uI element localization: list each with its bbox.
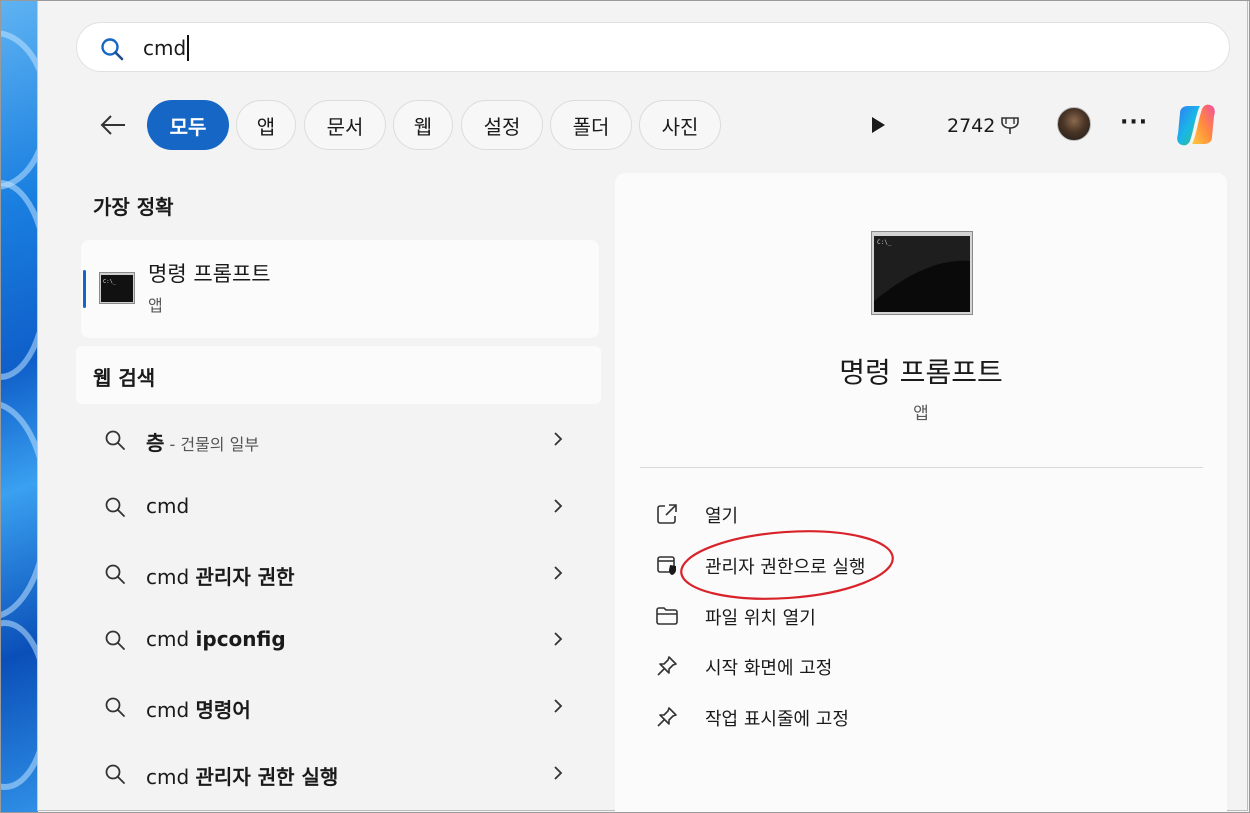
web-result-row[interactable]: 층 - 건물의 일부: [98, 420, 578, 460]
chevron-right-icon: [554, 566, 563, 580]
user-avatar[interactable]: [1057, 107, 1091, 141]
search-icon: [101, 38, 124, 61]
chevron-right-icon: [554, 632, 563, 646]
folder-icon: [656, 607, 678, 625]
play-icon[interactable]: [868, 114, 888, 136]
chevron-right-icon: [554, 432, 563, 446]
tab-folders[interactable]: 폴더: [550, 100, 632, 150]
query-bold: 관리자 권한: [195, 565, 295, 589]
query-bold: ipconfig: [195, 627, 286, 651]
query-bold: 관리자 권한 실행: [195, 765, 339, 789]
detail-app-type: 앱: [913, 404, 929, 424]
web-result-row[interactable]: cmd 관리자 권한 실행: [98, 754, 578, 794]
detail-app-name: 명령 프롬프트: [839, 356, 1003, 389]
tab-settings[interactable]: 설정: [461, 100, 543, 150]
best-match-item[interactable]: C:\_ 명령 프롬프트 앱: [81, 240, 599, 338]
command-prompt-large-icon: C:\_: [871, 231, 973, 315]
tab-web[interactable]: 웹: [393, 100, 453, 150]
query-plain: cmd: [146, 698, 196, 722]
action-label: 파일 위치 열기: [705, 608, 816, 629]
svg-text:C:\_: C:\_: [103, 279, 117, 285]
query-bold: 층: [146, 431, 165, 455]
svg-text:C:\_: C:\_: [877, 239, 892, 246]
highlight-annotation-ellipse: [680, 530, 894, 600]
open-external-icon: [657, 504, 677, 524]
web-search-heading: 웹 검색: [93, 366, 156, 390]
search-input[interactable]: cmd: [76, 22, 1230, 72]
query-plain: cmd: [146, 765, 196, 789]
search-icon: [105, 764, 125, 784]
search-icon: [105, 564, 125, 584]
query-plain: cmd: [146, 494, 190, 518]
tab-all[interactable]: 모두: [147, 100, 229, 150]
tab-apps[interactable]: 앱: [236, 100, 296, 150]
query-plain: cmd: [146, 627, 196, 651]
action-pin-to-taskbar[interactable]: 작업 표시줄에 고정: [655, 700, 1055, 734]
query-bold: 명령어: [195, 698, 251, 722]
query-subtitle: - 건물의 일부: [164, 435, 260, 454]
chevron-right-icon: [554, 766, 563, 780]
divider: [640, 467, 1203, 468]
admin-shield-icon: [657, 556, 676, 575]
search-icon: [105, 497, 125, 517]
web-result-row[interactable]: cmd: [98, 487, 578, 527]
action-label: 시작 화면에 고정: [705, 658, 833, 679]
chevron-right-icon: [554, 699, 563, 713]
rewards-points[interactable]: 2742: [947, 115, 1021, 137]
tab-documents[interactable]: 문서: [304, 100, 386, 150]
search-icon: [105, 630, 125, 650]
best-match-heading: 가장 정확: [93, 195, 174, 219]
search-icon: [105, 430, 125, 450]
action-open-file-location[interactable]: 파일 위치 열기: [655, 599, 1055, 633]
web-result-row[interactable]: cmd 관리자 권한: [98, 554, 578, 594]
search-icon: [105, 697, 125, 717]
pin-icon: [657, 656, 677, 676]
detail-panel: C:\_ 명령 프롬프트 앱 열기 관리자 권한으로 실행 파일 위치 열기 시…: [615, 173, 1227, 813]
query-plain: cmd: [146, 565, 196, 589]
rewards-trophy-icon: [1001, 117, 1020, 134]
back-arrow-icon[interactable]: [98, 110, 128, 140]
copilot-icon[interactable]: [1172, 101, 1220, 149]
desktop-wallpaper: [0, 0, 38, 813]
selection-indicator: [83, 270, 86, 308]
web-result-row[interactable]: cmd ipconfig: [98, 620, 578, 660]
search-query: cmd: [143, 36, 187, 60]
chevron-right-icon: [554, 499, 563, 513]
action-label: 작업 표시줄에 고정: [705, 709, 849, 730]
text-caret: [187, 35, 189, 61]
web-result-row[interactable]: cmd 명령어: [98, 687, 578, 727]
pin-icon: [657, 707, 677, 727]
points-value: 2742: [947, 115, 996, 137]
action-pin-to-start[interactable]: 시작 화면에 고정: [655, 649, 1055, 683]
best-match-name: 명령 프롬프트: [148, 262, 271, 286]
more-options-button[interactable]: ···: [1120, 110, 1148, 135]
action-open[interactable]: 열기: [655, 497, 1055, 531]
command-prompt-icon: C:\_: [99, 272, 135, 304]
action-label: 열기: [705, 506, 739, 527]
best-match-type: 앱: [148, 296, 163, 315]
search-panel: cmd 모두 앱 문서 웹 설정 폴더 사진 2742 ··· 가장 정확 C:…: [37, 0, 1248, 813]
tab-photos[interactable]: 사진: [639, 100, 721, 150]
